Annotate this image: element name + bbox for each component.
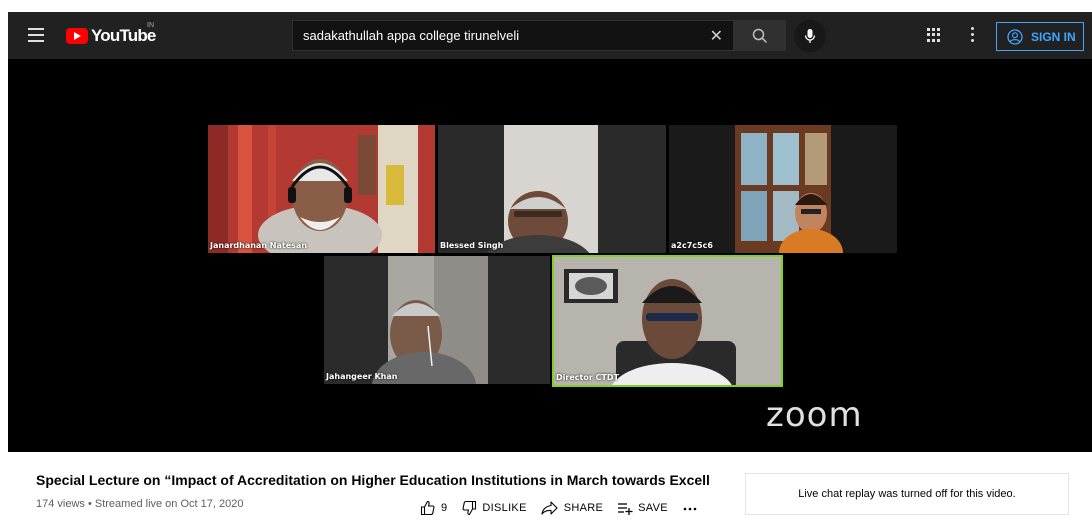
participant-name: Director CTDT <box>556 373 619 382</box>
apps-icon[interactable] <box>927 28 941 42</box>
like-button[interactable]: 9 <box>420 500 447 516</box>
participant-video <box>438 125 666 253</box>
zoom-watermark: zoom <box>766 395 863 435</box>
save-button[interactable]: SAVE <box>617 500 668 516</box>
more-horizontal-icon <box>683 507 697 511</box>
share-label: SHARE <box>563 502 604 514</box>
save-label: SAVE <box>638 502 668 514</box>
settings-more-icon[interactable] <box>971 27 975 43</box>
participant-tile: Janardhanan Natesan <box>208 125 435 253</box>
participant-tile: a2c7c5c6 <box>669 125 897 253</box>
action-bar: 9 DISLIKE SHARE SAVE <box>420 500 712 516</box>
participant-tile: Jahangeer Khan <box>324 256 550 384</box>
youtube-play-icon <box>66 28 88 44</box>
chat-disabled-message: Live chat replay was turned off for this… <box>798 488 1016 500</box>
youtube-logo[interactable]: YouTube IN <box>66 22 156 46</box>
account-icon <box>1007 28 1023 45</box>
search-query[interactable]: sadakathullah appa college tirunelveli <box>303 28 519 43</box>
live-chat-panel: Live chat replay was turned off for this… <box>745 473 1069 515</box>
dislike-label: DISLIKE <box>482 502 527 514</box>
dislike-button[interactable]: DISLIKE <box>461 500 526 516</box>
participant-name: Blessed Singh <box>440 241 504 250</box>
logo-text: YouTube <box>91 26 156 45</box>
sign-in-button[interactable]: SIGN IN <box>996 22 1084 51</box>
thumbs-down-icon <box>462 500 477 516</box>
country-code: IN <box>147 22 154 29</box>
playlist-add-icon <box>618 503 633 515</box>
participant-video <box>669 125 897 253</box>
participant-name: Janardhanan Natesan <box>210 241 308 250</box>
search-button[interactable] <box>734 20 786 51</box>
voice-search-button[interactable] <box>794 20 826 52</box>
top-strip <box>0 0 1092 12</box>
thumbs-up-icon <box>420 500 435 516</box>
participant-name: Jahangeer Khan <box>326 372 398 381</box>
clear-icon[interactable]: ✕ <box>710 26 723 46</box>
sign-in-label: SIGN IN <box>1031 29 1076 44</box>
share-icon <box>541 501 558 515</box>
view-count: 174 views • Streamed live on Oct 17, 202… <box>36 498 244 510</box>
participant-video <box>324 256 550 384</box>
participant-name: a2c7c5c6 <box>671 241 713 250</box>
masthead: YouTube IN sadakathullah appa college ti… <box>8 12 1092 59</box>
search-input[interactable]: sadakathullah appa college tirunelveli ✕ <box>292 20 734 51</box>
microphone-icon <box>804 29 816 43</box>
video-title: Special Lecture on “Impact of Accreditat… <box>36 472 710 488</box>
share-button[interactable]: SHARE <box>541 500 603 516</box>
participant-tile-active: Director CTDT <box>552 255 783 387</box>
like-count: 9 <box>441 502 448 514</box>
participant-video <box>554 257 781 385</box>
more-actions-button[interactable] <box>682 500 698 516</box>
search-icon <box>752 28 768 43</box>
menu-icon[interactable] <box>28 28 44 42</box>
video-player[interactable]: Janardhanan Natesan Blessed Singh a2c7c5… <box>8 59 1092 452</box>
participant-video <box>208 125 435 253</box>
participant-tile: Blessed Singh <box>438 125 666 253</box>
